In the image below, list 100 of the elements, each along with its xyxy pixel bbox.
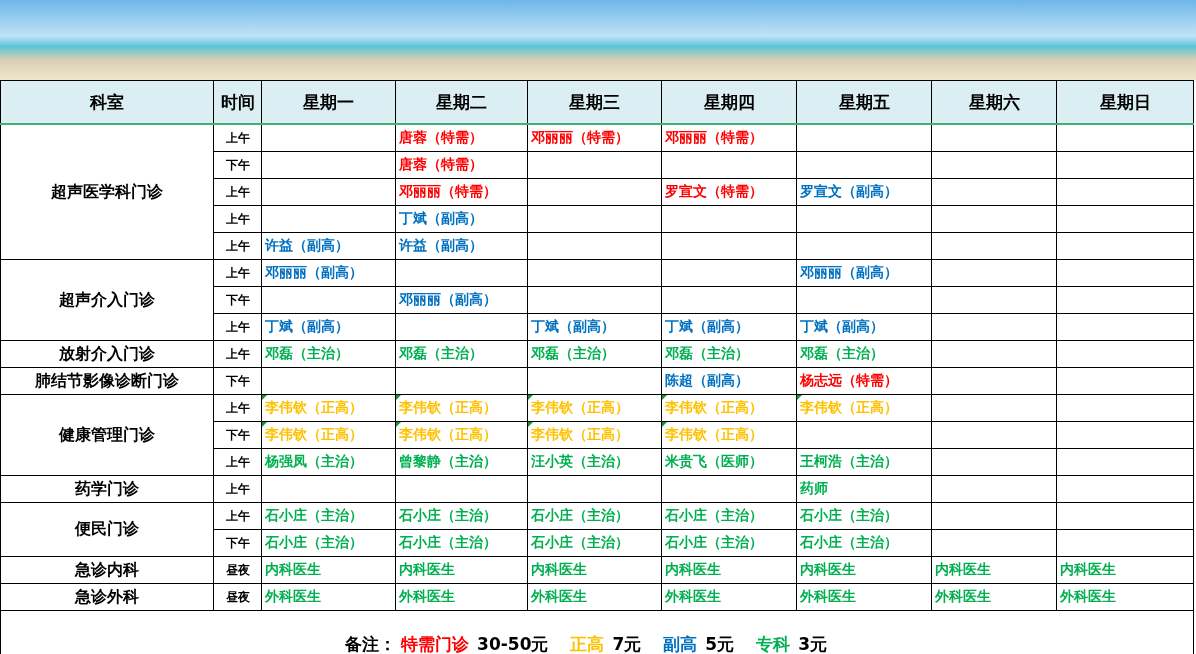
fee-type-label: 副高 xyxy=(663,633,698,654)
time-cell: 昼夜 xyxy=(213,583,262,611)
fee-type-label: 专科 xyxy=(756,633,791,654)
doctor-cell: 丁斌（副高） xyxy=(527,313,662,341)
fee-type-label: 正高 xyxy=(570,633,605,654)
doctor-cell: 内科医生 xyxy=(1056,556,1194,584)
doctor-cell: 外科医生 xyxy=(661,583,797,611)
time-cell: 上午 xyxy=(213,232,262,260)
time-cell: 下午 xyxy=(213,367,262,395)
doctor-cell: 内科医生 xyxy=(527,556,662,584)
time-cell: 上午 xyxy=(213,259,262,287)
doctor-cell: 邓磊（主治） xyxy=(527,340,662,368)
column-header: 星期日 xyxy=(1056,80,1194,124)
department-cell: 放射介入门诊 xyxy=(0,340,214,368)
column-header: 时间 xyxy=(213,80,262,124)
doctor-cell: 李伟钦（正高） xyxy=(661,421,797,449)
doctor-cell: 邓丽丽（副高） xyxy=(261,259,396,287)
doctor-cell: 内科医生 xyxy=(796,556,932,584)
column-header: 星期三 xyxy=(527,80,662,124)
doctor-cell: 内科医生 xyxy=(931,556,1057,584)
doctor-cell: 米贵飞（医师） xyxy=(661,448,797,476)
doctor-cell: 唐蓉（特需） xyxy=(395,151,528,179)
fee-price: 7元 xyxy=(612,633,642,654)
column-header: 星期六 xyxy=(931,80,1057,124)
doctor-cell: 石小庄（主治） xyxy=(395,502,528,530)
time-cell: 上午 xyxy=(213,394,262,422)
time-cell: 下午 xyxy=(213,529,262,557)
doctor-cell: 邓丽丽（副高） xyxy=(796,259,932,287)
doctor-cell: 陈超（副高） xyxy=(661,367,797,395)
department-cell: 便民门诊 xyxy=(0,502,214,557)
doctor-cell: 李伟钦（正高） xyxy=(527,421,662,449)
department-cell: 急诊外科 xyxy=(0,583,214,611)
column-header: 星期五 xyxy=(796,80,932,124)
doctor-cell: 邓丽丽（特需） xyxy=(661,124,797,152)
doctor-cell: 外科医生 xyxy=(395,583,528,611)
doctor-cell: 邓磊（主治） xyxy=(395,340,528,368)
doctor-cell: 许益（副高） xyxy=(261,232,396,260)
time-cell: 下午 xyxy=(213,421,262,449)
column-header: 星期二 xyxy=(395,80,528,124)
doctor-cell: 李伟钦（正高） xyxy=(395,421,528,449)
doctor-cell: 外科医生 xyxy=(796,583,932,611)
doctor-cell: 邓磊（主治） xyxy=(661,340,797,368)
time-cell: 上午 xyxy=(213,124,262,152)
column-header: 星期一 xyxy=(261,80,396,124)
doctor-cell: 邓丽丽（特需） xyxy=(527,124,662,152)
doctor-cell: 李伟钦（正高） xyxy=(796,394,932,422)
doctor-cell: 李伟钦（正高） xyxy=(261,394,396,422)
doctor-cell: 李伟钦（正高） xyxy=(261,421,396,449)
doctor-cell: 李伟钦（正高） xyxy=(395,394,528,422)
doctor-cell: 石小庄（主治） xyxy=(796,502,932,530)
doctor-cell: 邓丽丽（特需） xyxy=(395,178,528,206)
time-cell: 上午 xyxy=(213,475,262,503)
doctor-cell: 邓磊（主治） xyxy=(261,340,396,368)
time-cell: 下午 xyxy=(213,151,262,179)
doctor-cell: 罗宣文（特需） xyxy=(661,178,797,206)
doctor-cell: 石小庄（主治） xyxy=(527,502,662,530)
department-cell: 健康管理门诊 xyxy=(0,394,214,476)
doctor-cell: 石小庄（主治） xyxy=(527,529,662,557)
column-header: 星期四 xyxy=(661,80,797,124)
department-cell: 急诊内科 xyxy=(0,556,214,584)
doctor-cell: 许益（副高） xyxy=(395,232,528,260)
doctor-cell: 汪小英（主治） xyxy=(527,448,662,476)
doctor-cell: 内科医生 xyxy=(661,556,797,584)
doctor-cell: 外科医生 xyxy=(1056,583,1194,611)
time-cell: 上午 xyxy=(213,502,262,530)
department-cell: 药学门诊 xyxy=(0,475,214,503)
doctor-cell: 内科医生 xyxy=(395,556,528,584)
fee-price: 3元 xyxy=(798,633,827,654)
doctor-cell: 石小庄（主治） xyxy=(796,529,932,557)
department-cell: 超声介入门诊 xyxy=(0,259,214,341)
doctor-cell: 内科医生 xyxy=(261,556,396,584)
doctor-cell: 杨强凤（主治） xyxy=(261,448,396,476)
doctor-cell: 丁斌（副高） xyxy=(261,313,396,341)
time-cell: 上午 xyxy=(213,340,262,368)
doctor-cell: 丁斌（副高） xyxy=(796,313,932,341)
doctor-cell: 邓磊（主治） xyxy=(796,340,932,368)
time-cell: 上午 xyxy=(213,205,262,233)
doctor-cell: 外科医生 xyxy=(931,583,1057,611)
doctor-cell: 石小庄（主治） xyxy=(261,502,396,530)
doctor-cell: 药师 xyxy=(796,475,932,503)
doctor-cell: 石小庄（主治） xyxy=(661,529,797,557)
department-cell: 超声医学科门诊 xyxy=(0,124,214,260)
doctor-cell: 罗宣文（副高） xyxy=(796,178,932,206)
time-cell: 上午 xyxy=(213,178,262,206)
fee-price: 30-50元 xyxy=(477,633,549,654)
time-cell: 昼夜 xyxy=(213,556,262,584)
note-label: 备注： xyxy=(345,633,396,654)
doctor-cell: 唐蓉（特需） xyxy=(395,124,528,152)
doctor-cell: 石小庄（主治） xyxy=(261,529,396,557)
doctor-cell: 石小庄（主治） xyxy=(661,502,797,530)
doctor-cell: 邓丽丽（副高） xyxy=(395,286,528,314)
time-cell: 上午 xyxy=(213,313,262,341)
doctor-cell: 石小庄（主治） xyxy=(395,529,528,557)
time-cell: 上午 xyxy=(213,448,262,476)
doctor-cell: 丁斌（副高） xyxy=(395,205,528,233)
doctor-cell: 李伟钦（正高） xyxy=(661,394,797,422)
doctor-cell: 王柯浩（主治） xyxy=(796,448,932,476)
fee-type-label: 特需门诊 xyxy=(401,633,470,654)
column-header: 科室 xyxy=(0,80,214,124)
doctor-cell: 外科医生 xyxy=(261,583,396,611)
